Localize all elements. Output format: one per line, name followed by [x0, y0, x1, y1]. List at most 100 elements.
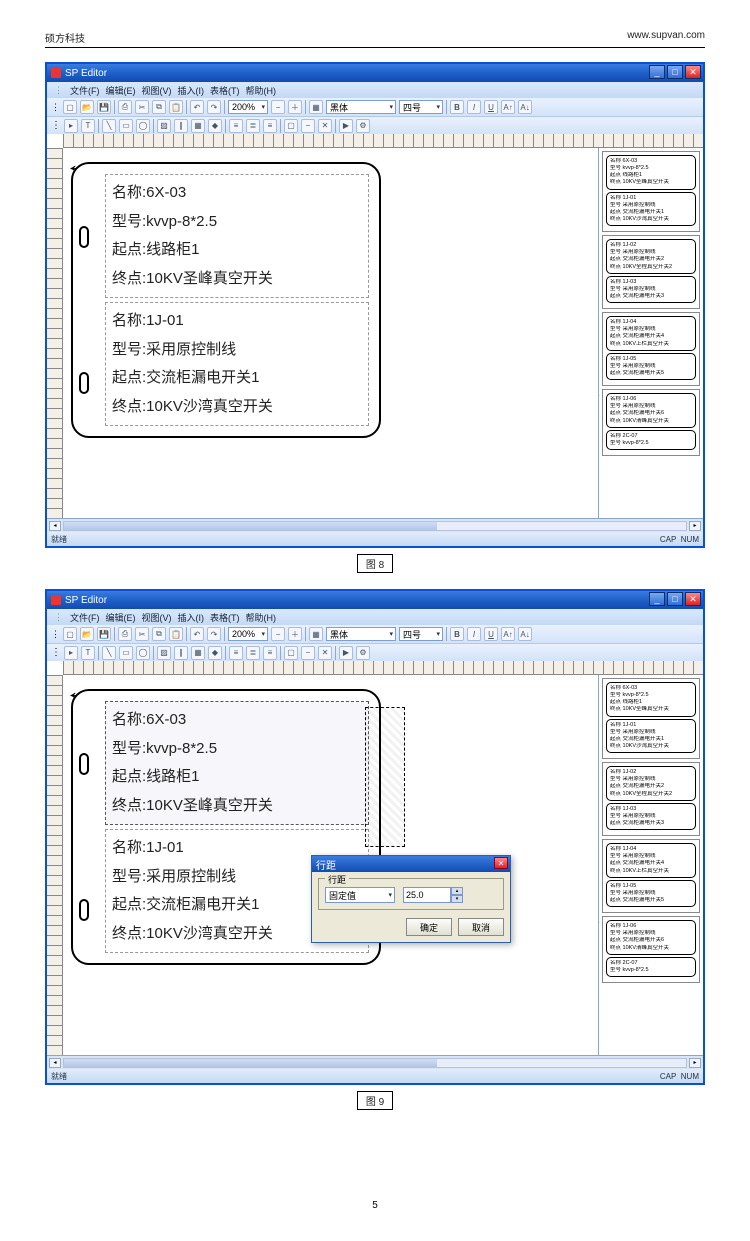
align-center-icon[interactable]: ≣: [246, 646, 260, 660]
copy-icon[interactable]: ⧉: [152, 100, 166, 114]
copy-icon[interactable]: ⧉: [152, 627, 166, 641]
thumbnail[interactable]: 3名称 1J-04型号 采用原控制线起点 交流柜漏电开关4终点 10KV上栏真空…: [602, 312, 700, 386]
play-icon[interactable]: ▶: [339, 119, 353, 133]
redo-icon[interactable]: ↷: [207, 100, 221, 114]
menu-file[interactable]: 文件(F): [68, 611, 102, 624]
config-icon[interactable]: ⚙: [356, 646, 370, 660]
thumbnail[interactable]: 3名称 1J-04型号 采用原控制线起点 交流柜漏电开关4终点 10KV上栏真空…: [602, 839, 700, 913]
maximize-button[interactable]: □: [667, 592, 683, 606]
scroll-right-icon[interactable]: ▸: [689, 1058, 701, 1068]
minus-icon[interactable]: −: [301, 119, 315, 133]
menu-insert[interactable]: 插入(I): [176, 84, 207, 97]
h-scrollbar[interactable]: ◂ ▸: [47, 1055, 703, 1069]
open-icon[interactable]: 📂: [80, 627, 94, 641]
text-box-2[interactable]: 名称:1J-01 型号:采用原控制线 起点:交流柜漏电开关1 终点:10KV沙湾…: [105, 302, 369, 426]
play-icon[interactable]: ▶: [339, 646, 353, 660]
box-icon[interactable]: ▢: [284, 119, 298, 133]
fontsize-inc-button[interactable]: A↑: [501, 627, 515, 641]
scroll-right-icon[interactable]: ▸: [689, 521, 701, 531]
shape-icon[interactable]: ◆: [208, 119, 222, 133]
menu-table[interactable]: 表格(T): [208, 84, 242, 97]
ok-button[interactable]: 确定: [406, 918, 452, 936]
save-icon[interactable]: 💾: [97, 100, 111, 114]
scroll-left-icon[interactable]: ◂: [49, 521, 61, 531]
open-icon[interactable]: 📂: [80, 100, 94, 114]
close-button[interactable]: ✕: [685, 592, 701, 606]
close-button[interactable]: ✕: [685, 65, 701, 79]
box-icon[interactable]: ▢: [284, 646, 298, 660]
zoomin-icon[interactable]: ＋: [288, 100, 302, 114]
cancel-button[interactable]: 取消: [458, 918, 504, 936]
print-icon[interactable]: ⎙: [118, 100, 132, 114]
new-icon[interactable]: ▢: [63, 100, 77, 114]
ellipse-icon[interactable]: ◯: [136, 646, 150, 660]
rect-icon[interactable]: ▭: [119, 646, 133, 660]
align-left-icon[interactable]: ≡: [229, 119, 243, 133]
barcode-icon[interactable]: ∥: [174, 119, 188, 133]
minimize-button[interactable]: _: [649, 65, 665, 79]
menu-table[interactable]: 表格(T): [208, 611, 242, 624]
fontsize-inc-button[interactable]: A↑: [501, 100, 515, 114]
menu-view[interactable]: 视图(V): [140, 84, 174, 97]
menu-insert[interactable]: 插入(I): [176, 611, 207, 624]
text-icon[interactable]: T: [81, 646, 95, 660]
close2-icon[interactable]: ✕: [318, 119, 332, 133]
cut-icon[interactable]: ✂: [135, 100, 149, 114]
menu-help[interactable]: 帮助(H): [244, 84, 279, 97]
zoom-combo[interactable]: 200%: [228, 100, 268, 114]
align-right-icon[interactable]: ≡: [263, 119, 277, 133]
line-icon[interactable]: ╲: [102, 119, 116, 133]
cut-icon[interactable]: ✂: [135, 627, 149, 641]
save-icon[interactable]: 💾: [97, 627, 111, 641]
menu-edit[interactable]: 编辑(E): [104, 84, 138, 97]
close2-icon[interactable]: ✕: [318, 646, 332, 660]
dialog-close-button[interactable]: ✕: [494, 857, 508, 869]
thumbnail[interactable]: 4名称 1J-06型号 采用原控制线起点 交流柜漏电开关6终点 10KV清峰真空…: [602, 916, 700, 983]
barcode-icon[interactable]: ∥: [174, 646, 188, 660]
underline-button[interactable]: U: [484, 100, 498, 114]
table-icon[interactable]: ▦: [191, 646, 205, 660]
zoomout-icon[interactable]: −: [271, 627, 285, 641]
maximize-button[interactable]: □: [667, 65, 683, 79]
spacing-value-spinner[interactable]: ▴▾: [403, 887, 463, 903]
undo-icon[interactable]: ↶: [190, 100, 204, 114]
font-size-combo[interactable]: 四号: [399, 100, 443, 114]
font-family-combo[interactable]: 黑体: [326, 100, 396, 114]
canvas[interactable]: ← 名称:6X-03 型号:kvvp-8*2.5 起点:线路柜1 终点:10KV…: [63, 148, 598, 518]
pointer-icon[interactable]: ▸: [64, 119, 78, 133]
thumbnail[interactable]: 2名称 1J-02型号 采用原控制线起点 交流柜漏电开关2终点 10KV全程真空…: [602, 235, 700, 309]
line-icon[interactable]: ╲: [102, 646, 116, 660]
thumbnail[interactable]: 4名称 1J-06型号 采用原控制线起点 交流柜漏电开关6终点 10KV清峰真空…: [602, 389, 700, 456]
rect-icon[interactable]: ▭: [119, 119, 133, 133]
bold-button[interactable]: B: [450, 100, 464, 114]
paste-icon[interactable]: 📋: [169, 100, 183, 114]
italic-button[interactable]: I: [467, 100, 481, 114]
h-scrollbar[interactable]: ◂ ▸: [47, 518, 703, 532]
menu-help[interactable]: 帮助(H): [244, 611, 279, 624]
text-box-1[interactable]: 名称:6X-03 型号:kvvp-8*2.5 起点:线路柜1 终点:10KV圣峰…: [105, 174, 369, 298]
ellipse-icon[interactable]: ◯: [136, 119, 150, 133]
spin-up-icon[interactable]: ▴: [451, 887, 463, 895]
redo-icon[interactable]: ↷: [207, 627, 221, 641]
spin-down-icon[interactable]: ▾: [451, 895, 463, 903]
new-icon[interactable]: ▢: [63, 627, 77, 641]
align-left-icon[interactable]: ≡: [229, 646, 243, 660]
align-right-icon[interactable]: ≡: [263, 646, 277, 660]
undo-icon[interactable]: ↶: [190, 627, 204, 641]
font-size-combo[interactable]: 四号: [399, 627, 443, 641]
shape-icon[interactable]: ◆: [208, 646, 222, 660]
thumbnail[interactable]: 2名称 1J-02型号 采用原控制线起点 交流柜漏电开关2终点 10KV全程真空…: [602, 762, 700, 836]
fontsize-dec-button[interactable]: A↓: [518, 627, 532, 641]
minus-icon[interactable]: −: [301, 646, 315, 660]
thumbnail[interactable]: 1名称 6X-03型号 kvvp-8*2.5起点 线路柜1终点 10KV圣峰真空…: [602, 151, 700, 232]
font-family-combo[interactable]: 黑体: [326, 627, 396, 641]
italic-button[interactable]: I: [467, 627, 481, 641]
underline-button[interactable]: U: [484, 627, 498, 641]
spacing-mode-combo[interactable]: 固定值: [325, 887, 395, 903]
zoomout-icon[interactable]: −: [271, 100, 285, 114]
minimize-button[interactable]: _: [649, 592, 665, 606]
image-icon[interactable]: ▨: [157, 119, 171, 133]
scroll-left-icon[interactable]: ◂: [49, 1058, 61, 1068]
thumbnail[interactable]: 1名称 6X-03型号 kvvp-8*2.5起点 线路柜1终点 10KV圣峰真空…: [602, 678, 700, 759]
grid-icon[interactable]: ▦: [309, 627, 323, 641]
